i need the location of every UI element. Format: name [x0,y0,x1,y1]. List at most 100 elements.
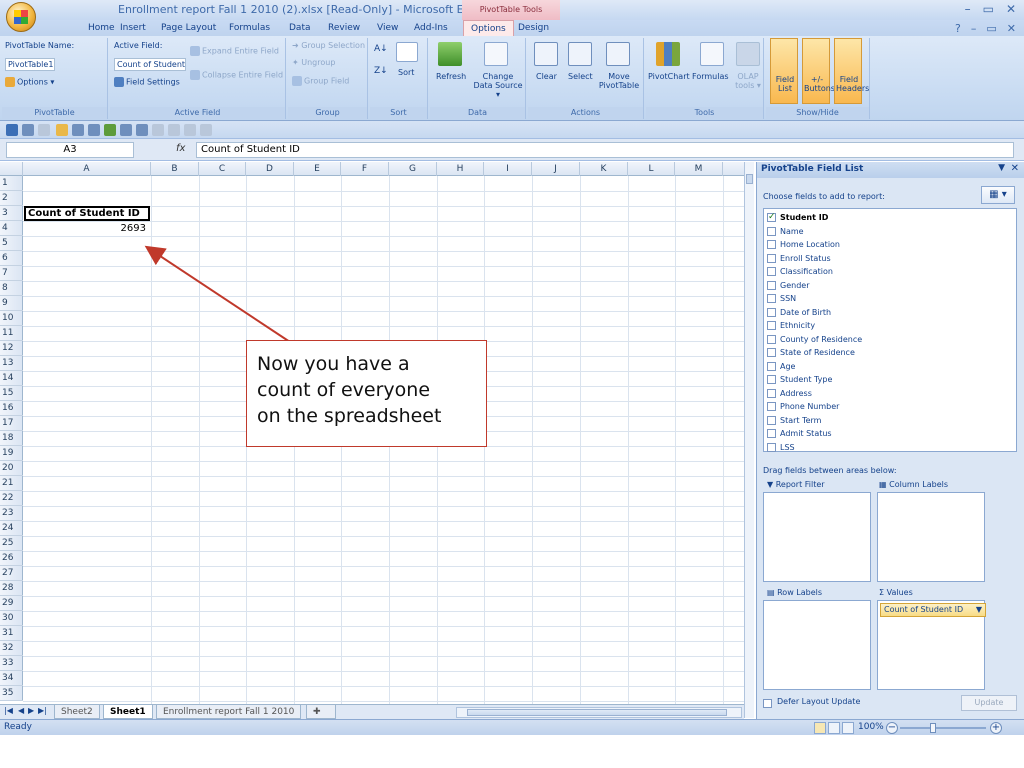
row-header[interactable]: 28 [0,581,23,596]
column-header-d[interactable]: D [246,162,294,176]
sheet-tab-sheet2[interactable]: Sheet2 [54,705,100,719]
first-sheet-icon[interactable]: |◀ [4,706,13,715]
field-item[interactable]: LSS [764,441,1016,455]
insert-columns-icon[interactable] [168,124,180,136]
delete-columns-icon[interactable] [184,124,196,136]
field-checkbox[interactable] [767,294,776,303]
cell-a3[interactable]: Count of Student ID [24,206,150,221]
row-header[interactable]: 34 [0,671,23,686]
field-item[interactable]: Student Type [764,373,1016,387]
row-header[interactable]: 24 [0,521,23,536]
row-header[interactable]: 35 [0,686,23,701]
report-filter-area[interactable] [763,492,871,582]
tab-page-layout[interactable]: Page Layout [161,20,216,36]
row-header[interactable]: 2 [0,191,23,206]
field-item[interactable]: Name [764,225,1016,239]
row-header[interactable]: 5 [0,236,23,251]
field-item[interactable]: Gender [764,279,1016,293]
column-header-g[interactable]: G [389,162,437,176]
field-item[interactable]: Student ID [764,211,1016,225]
customize-qat-icon[interactable] [200,124,212,136]
select-button[interactable]: Select [568,72,593,81]
row-header[interactable]: 10 [0,311,23,326]
field-item[interactable]: Home Location [764,238,1016,252]
row-header[interactable]: 22 [0,491,23,506]
olap-tools-button[interactable]: OLAP tools ▾ [734,72,762,90]
field-checkbox[interactable] [767,280,776,290]
last-sheet-icon[interactable]: ▶| [38,706,47,715]
vertical-scroll-thumb[interactable] [746,174,753,184]
field-item[interactable]: State of Residence [764,346,1016,360]
chevron-down-icon[interactable]: ▼ [976,604,982,616]
insert-worksheet-icon[interactable]: ✚ [306,705,336,719]
field-checkbox[interactable] [767,334,776,344]
column-header-j[interactable]: J [532,162,580,176]
field-checkbox[interactable] [767,348,776,357]
row-header[interactable]: 14 [0,371,23,386]
row-header[interactable]: 31 [0,626,23,641]
row-header[interactable]: 9 [0,296,23,311]
sort-button[interactable]: Sort [398,68,414,77]
column-header-e[interactable]: E [294,162,341,176]
pivotchart-button[interactable]: PivotChart [648,72,690,81]
row-header[interactable]: 27 [0,566,23,581]
field-headers-button[interactable]: Field Headers [834,38,869,104]
row-header[interactable]: 15 [0,386,23,401]
collapse-entire-field-button[interactable]: Collapse Entire Field [190,70,283,80]
row-header[interactable]: 17 [0,416,23,431]
field-list-layout-button[interactable]: ▦ ▾ [981,186,1015,204]
row-header[interactable]: 30 [0,611,23,626]
page-layout-view-icon[interactable] [828,722,840,734]
horizontal-scrollbar[interactable] [456,707,742,718]
print-preview-icon[interactable] [88,124,100,136]
formula-input[interactable]: Count of Student ID [196,142,1014,158]
redo-icon[interactable] [38,124,50,136]
field-checkbox[interactable] [767,253,776,263]
tab-home[interactable]: Home [88,20,115,36]
change-data-source-button[interactable]: Change Data Source ▾ [472,72,524,99]
open-icon[interactable] [56,124,68,136]
clear-button[interactable]: Clear [536,72,557,81]
column-header-m[interactable]: M [675,162,723,176]
field-item[interactable]: Classification [764,265,1016,279]
vertical-scrollbar[interactable] [744,162,754,718]
field-checkbox[interactable] [767,211,776,224]
row-header[interactable]: 33 [0,656,23,671]
help-icon[interactable]: ? [955,22,961,35]
minimize-icon[interactable]: – [965,2,971,16]
zoom-slider[interactable] [900,727,986,729]
field-checkbox[interactable] [767,402,776,411]
column-labels-area[interactable] [877,492,985,582]
insert-function-icon[interactable]: fx [176,143,185,154]
sheet-tab-enrollment-report[interactable]: Enrollment report Fall 1 2010 [156,705,302,719]
pivottable-name-input[interactable]: PivotTable1 [5,58,55,71]
field-item[interactable]: Age [764,360,1016,374]
name-box[interactable]: A3 [6,142,134,158]
column-header-c[interactable]: C [199,162,246,176]
move-pivottable-button[interactable]: Move PivotTable [596,72,642,90]
insert-rows-icon[interactable] [136,124,148,136]
plus-minus-buttons-button[interactable]: +/- Buttons [802,38,835,104]
field-checkbox[interactable] [767,321,776,330]
close-icon[interactable]: ✕ [1006,2,1016,16]
zoom-out-icon[interactable]: − [886,722,898,734]
defer-layout-checkbox[interactable] [763,699,772,708]
tab-review[interactable]: Review [328,20,360,36]
row-header[interactable]: 19 [0,446,23,461]
row-header[interactable]: 8 [0,281,23,296]
pivottable-options-button[interactable]: Options ▾ [5,77,54,87]
zoom-in-icon[interactable]: + [990,722,1002,734]
field-settings-button[interactable]: Field Settings [114,77,180,87]
field-item[interactable]: Ethnicity [764,319,1016,333]
page-break-view-icon[interactable] [842,722,854,734]
row-header[interactable]: 6 [0,251,23,266]
zoom-level[interactable]: 100% [858,722,884,732]
field-item[interactable]: SSN [764,292,1016,306]
row-header[interactable]: 26 [0,551,23,566]
row-header[interactable]: 32 [0,641,23,656]
row-header[interactable]: 18 [0,431,23,446]
workbook-close-icon[interactable]: ✕ [1007,22,1016,35]
horizontal-scroll-thumb[interactable] [467,709,727,716]
tab-formulas[interactable]: Formulas [229,20,270,36]
sort-descending-icon[interactable]: Z↓ [374,66,388,76]
